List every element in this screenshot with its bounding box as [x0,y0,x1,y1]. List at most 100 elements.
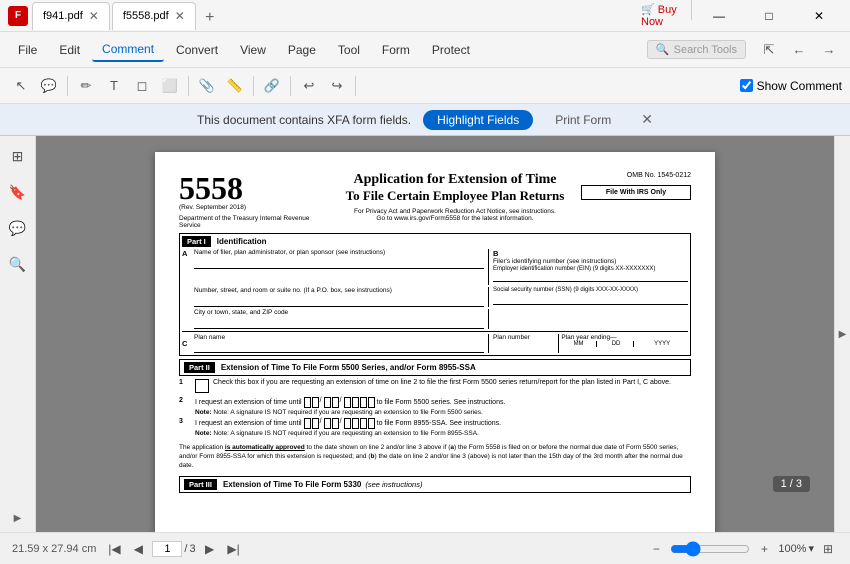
tab-f5558-close[interactable]: ✕ [175,9,185,23]
menu-comment[interactable]: Comment [92,38,164,62]
window-controls: 🛒 Buy Now — □ ✕ [641,0,842,32]
page-total: 3 [189,543,195,555]
right-sidebar: ▶ [834,136,850,532]
tab-f941[interactable]: f941.pdf ✕ [32,2,110,30]
menu-page[interactable]: Page [278,39,326,61]
part2-label: Part II [184,362,215,373]
new-tab-button[interactable]: + [198,6,222,30]
back-btn[interactable]: ← [786,37,812,63]
page-separator: / [184,543,187,555]
zoom-slider[interactable] [670,541,750,557]
menu-bar: File Edit Comment Convert View Page Tool… [0,32,850,68]
item3-note: Note: A signature IS NOT required if you… [213,430,478,437]
left-arrow-btn[interactable]: ▶ [14,513,22,524]
bottom-bar: 21.59 x 27.94 cm |◀ ◀ / 3 ▶ ▶| − + 100% … [0,532,850,564]
menu-edit[interactable]: Edit [49,39,90,61]
notice-2: Go to www.irs.gov/Form5558 for the lates… [337,215,573,222]
external-link-btn[interactable]: ⇱ [756,37,782,63]
menu-convert[interactable]: Convert [166,39,228,61]
omb-label: OMB No. 1545-0212 [581,172,691,179]
prev-page-btn[interactable]: ◀ [128,539,148,559]
plan-number-label: Plan number [493,334,556,341]
main-area: ⊞ 🔖 💬 🔍 ▶ 5558 (Rev. September 2018) Dep… [0,136,850,532]
toolbar: ↖ 💬 ✏ T ◻ ⬜ 📎 📏 🔗 ↩ ↪ Show Comment [0,68,850,104]
pdf-viewport[interactable]: 5558 (Rev. September 2018) Department of… [36,136,834,532]
search-icon: 🔍 [656,43,670,56]
tool-link[interactable]: 🔗 [259,73,285,99]
xfa-message: This document contains XFA form fields. [197,113,411,127]
tool-forward[interactable]: ↪ [324,73,350,99]
tab-bar: f941.pdf ✕ f5558.pdf ✕ + [32,2,637,30]
doc-size: 21.59 x 27.94 cm [12,543,96,555]
next-page-btn[interactable]: ▶ [200,539,220,559]
form-title-1: Application for Extension of Time [337,172,573,188]
menu-view[interactable]: View [230,39,276,61]
tool-stamp[interactable]: ⬜ [157,73,183,99]
tool-attach[interactable]: 📎 [194,73,220,99]
tab-f941-close[interactable]: ✕ [89,9,99,23]
tool-shape[interactable]: ◻ [129,73,155,99]
show-comment-checkbox[interactable] [740,79,753,92]
page-input[interactable] [152,541,182,557]
xfa-bar: This document contains XFA form fields. … [0,104,850,136]
field-b1: Filer's identifying number (see instruct… [493,258,688,265]
tool-text[interactable]: T [101,73,127,99]
part2-title: Extension of Time To File Form 5500 Seri… [221,363,476,372]
form-rev: (Rev. September 2018) [179,204,329,211]
sidebar-bookmark-btn[interactable]: 🔖 [6,180,30,204]
item2-pre: I request an extension of time until [195,399,302,406]
highlight-fields-btn[interactable]: Highlight Fields [423,110,533,130]
item3-num: 3 [179,418,191,425]
part3-label: Part III [184,479,217,490]
col-c: C [182,339,192,348]
zoom-bar: − + 100% ▾ ⊞ [646,539,838,559]
auto-approve-text: The application is automatically approve… [179,443,691,470]
close-btn[interactable]: ✕ [796,0,842,32]
item1-text: Check this box if you are requesting an … [213,379,691,393]
menu-tool[interactable]: Tool [328,39,370,61]
part1-label: Part I [182,236,211,247]
menu-form[interactable]: Form [372,39,420,61]
maximize-btn[interactable]: □ [746,0,792,32]
item3-pre: I request an extension of time until [195,420,302,427]
sidebar-comment-btn[interactable]: 💬 [6,216,30,240]
zoom-level: 100% [778,543,806,555]
menu-file[interactable]: File [8,39,47,61]
last-page-btn[interactable]: ▶| [224,539,244,559]
tool-pencil[interactable]: ✏ [73,73,99,99]
print-form-btn[interactable]: Print Form [545,110,621,130]
sidebar-search-btn[interactable]: 🔍 [6,252,30,276]
tool-measure[interactable]: 📏 [222,73,248,99]
menu-protect[interactable]: Protect [422,39,480,61]
minimize-btn[interactable]: — [696,0,742,32]
col-a: A [182,249,192,258]
zoom-dropdown-btn[interactable]: ▾ [808,542,814,555]
item3-post: to file Form 8955-SSA. See instructions. [377,420,502,427]
part1-title: Identification [217,237,267,246]
item1-num: 1 [179,379,191,393]
right-arrow-btn[interactable]: ▶ [839,329,847,340]
forward-btn[interactable]: → [816,37,842,63]
first-page-btn[interactable]: |◀ [104,539,124,559]
zoom-out-btn[interactable]: − [646,539,666,559]
pdf-page: 5558 (Rev. September 2018) Department of… [155,152,715,532]
plan-year-label: Plan year ending— [561,334,688,341]
sidebar-page-btn[interactable]: ⊞ [6,144,30,168]
buy-now-btn[interactable]: 🛒 Buy Now [641,0,687,32]
tab-f5558[interactable]: f5558.pdf ✕ [112,2,196,30]
zoom-in-btn[interactable]: + [754,539,774,559]
part3-title: Extension of Time To File Form 5330 [223,480,361,489]
xfa-close-btn[interactable]: ✕ [641,111,653,128]
search-tools-label: Search Tools [674,44,737,56]
search-tools[interactable]: 🔍 Search Tools [647,40,746,59]
tool-arrow[interactable]: ↩ [296,73,322,99]
col-b: B [493,249,498,258]
tool-comment[interactable]: 💬 [36,73,62,99]
item2-post: to file Form 5500 series. See instructio… [377,399,506,406]
tab-f941-label: f941.pdf [43,10,83,22]
tool-select[interactable]: ↖ [8,73,34,99]
show-comment-label[interactable]: Show Comment [757,79,842,93]
fit-page-btn[interactable]: ⊞ [818,539,838,559]
tab-f5558-label: f5558.pdf [123,10,169,22]
page-nav: |◀ ◀ / 3 ▶ ▶| [104,539,243,559]
